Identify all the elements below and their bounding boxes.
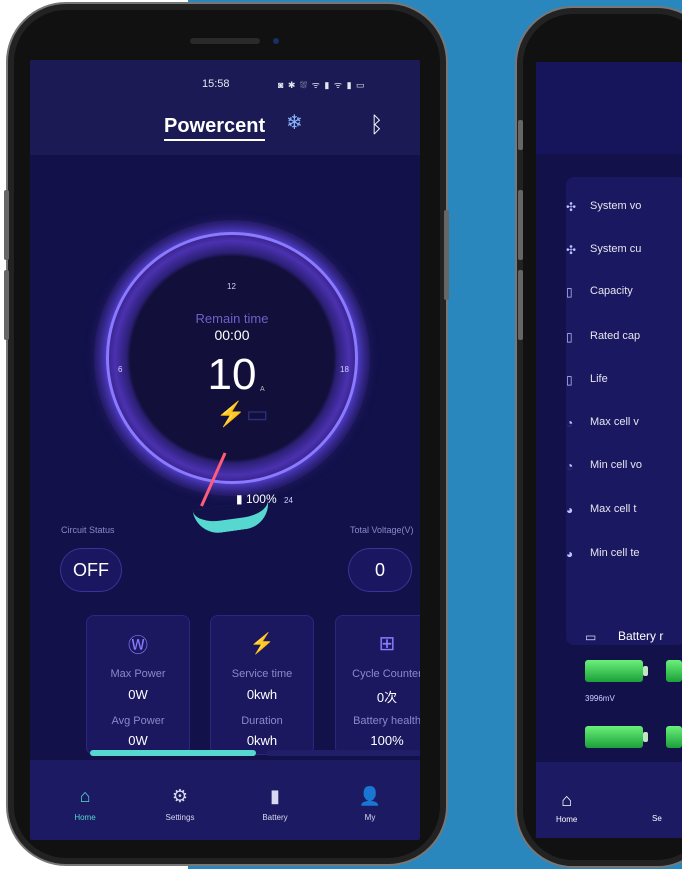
phone-side-button bbox=[518, 190, 523, 260]
fan-icon: ✣ bbox=[566, 200, 577, 214]
tick-label: 12 bbox=[227, 282, 236, 291]
tab-my[interactable]: 👤 My bbox=[335, 786, 405, 822]
card-value: 0kwh bbox=[246, 733, 278, 748]
thermometer-icon: ◕ bbox=[566, 503, 574, 517]
remain-time-value: 00:00 bbox=[214, 327, 250, 343]
current-value: 10 bbox=[207, 350, 257, 399]
user-icon: 👤 bbox=[358, 786, 382, 806]
battery-icon: ▯ bbox=[566, 285, 573, 299]
cell-battery-partial bbox=[666, 660, 682, 682]
tab-home[interactable]: ⌂ Home bbox=[50, 786, 120, 822]
tick-label: 18 bbox=[340, 365, 349, 374]
bottom-tabbar: ⌂ Home ⚙ Settings ▮ Battery 👤 My bbox=[30, 760, 420, 840]
header-area bbox=[536, 62, 682, 154]
screen-left: 15:58 ◙ ✱ ⛆ ᯤ ▮ ᯤ ▮ ▭ Powercent ❄ ᛒ 12 6… bbox=[30, 60, 420, 840]
card-value: 0kwh bbox=[246, 687, 278, 702]
watt-icon: Ⓦ bbox=[128, 634, 148, 657]
phone-side-button bbox=[4, 190, 9, 260]
gear-icon: ⚙ bbox=[171, 786, 189, 806]
cell-battery bbox=[585, 660, 643, 682]
row-life: ▯ Life bbox=[566, 373, 608, 387]
card-value: 0W bbox=[128, 687, 148, 702]
card-label: Cycle Counter bbox=[352, 668, 420, 680]
phone-side-button bbox=[518, 120, 523, 150]
card-cycle: ⊞ Cycle Counter 0次 Battery health 100% bbox=[335, 615, 420, 755]
battery-icon: ▮ bbox=[270, 786, 280, 806]
cell-battery bbox=[585, 726, 643, 748]
battery-icon: ▯ bbox=[566, 373, 573, 387]
status-time: 15:58 bbox=[202, 78, 230, 90]
row-capacity: ▯ Capacity bbox=[566, 285, 633, 299]
tick-label: 6 bbox=[118, 365, 123, 374]
battery-plus-icon: ⊞ bbox=[378, 632, 396, 655]
tab-battery[interactable]: ▮ Battery bbox=[240, 786, 310, 822]
card-label: Duration bbox=[241, 715, 283, 727]
card-label: Battery health bbox=[353, 715, 420, 727]
service-time-icon: ⚡ bbox=[249, 632, 275, 655]
card-power: Ⓦ Max Power 0W Avg Power 0W bbox=[86, 615, 190, 755]
phone-speaker bbox=[190, 38, 260, 44]
row-rated-capacity: ▯ Rated cap bbox=[566, 330, 641, 344]
page-indicator-rest bbox=[266, 750, 420, 756]
battery-icon: ▯ bbox=[566, 330, 573, 344]
home-icon: ⌂ bbox=[561, 790, 573, 810]
home-icon: ⌂ bbox=[79, 786, 91, 806]
card-value: 0次 bbox=[376, 690, 398, 705]
tick-label: 24 bbox=[284, 496, 293, 505]
tab-settings[interactable]: ⚙ Settings bbox=[145, 786, 215, 822]
current-unit: A bbox=[260, 386, 265, 393]
bluetooth-icon[interactable]: ᛒ bbox=[370, 112, 383, 138]
page-indicator-active bbox=[90, 750, 256, 756]
page-indicator bbox=[90, 750, 420, 756]
phone-power-button bbox=[444, 210, 449, 300]
row-system-voltage: ✣ System vo bbox=[566, 200, 642, 214]
fan-icon: ✣ bbox=[566, 243, 577, 257]
tab-home[interactable]: ⌂ Home bbox=[556, 790, 577, 824]
battery-small-icon: ▭ bbox=[585, 630, 597, 644]
card-label: Max Power bbox=[110, 668, 166, 680]
thermometer-icon: ◕ bbox=[566, 547, 574, 561]
card-label: Avg Power bbox=[111, 715, 165, 727]
card-service: ⚡ Service time 0kwh Duration 0kwh bbox=[210, 615, 314, 755]
circuit-status-button[interactable]: OFF bbox=[60, 548, 122, 592]
battery-percent: ▮ 100% bbox=[236, 492, 277, 506]
row-min-cell-voltage: ◔ Min cell vo bbox=[566, 459, 642, 473]
remain-time-label: Remain time bbox=[195, 311, 269, 326]
tab-settings-partial[interactable]: Se bbox=[652, 814, 662, 823]
cell-battery-cap bbox=[643, 732, 648, 742]
row-system-current: ✣ System cu bbox=[566, 243, 642, 257]
phone-camera bbox=[273, 38, 279, 44]
brand-mark-icon: ❄ bbox=[286, 112, 303, 134]
battery-section-title: Battery r bbox=[618, 629, 664, 643]
battery-icon: ▮ bbox=[236, 492, 243, 506]
card-value: 0W bbox=[128, 733, 148, 748]
battery-percent-text: 100% bbox=[245, 492, 277, 506]
phone-side-button bbox=[4, 270, 9, 340]
phone-side-button bbox=[518, 270, 523, 340]
brand-logo: Powercent bbox=[164, 115, 266, 141]
bottom-tabbar-right: ⌂ Home Se bbox=[536, 762, 682, 838]
total-voltage-value: 0 bbox=[348, 548, 412, 592]
circuit-status-label: Circuit Status bbox=[61, 525, 115, 535]
status-icons: ◙ ✱ ⛆ ᯤ ▮ ᯤ ▮ ▭ bbox=[278, 80, 366, 90]
status-ghost-icons: ⚡▭ bbox=[216, 401, 269, 428]
cell-voltage: 3996mV bbox=[585, 694, 615, 703]
card-value: 100% bbox=[370, 733, 404, 748]
card-label: Service time bbox=[231, 668, 293, 680]
cell-battery-partial bbox=[666, 726, 682, 748]
gauge-icon: ◔ bbox=[566, 459, 574, 473]
row-min-cell-temp: ◕ Min cell te bbox=[566, 547, 640, 561]
row-max-cell-temp: ◕ Max cell t bbox=[566, 503, 637, 517]
gauge-icon: ◔ bbox=[566, 416, 574, 430]
row-max-cell-voltage: ◔ Max cell v bbox=[566, 416, 639, 430]
cell-battery-cap bbox=[643, 666, 648, 676]
total-voltage-label: Total Voltage(V) bbox=[350, 525, 414, 535]
